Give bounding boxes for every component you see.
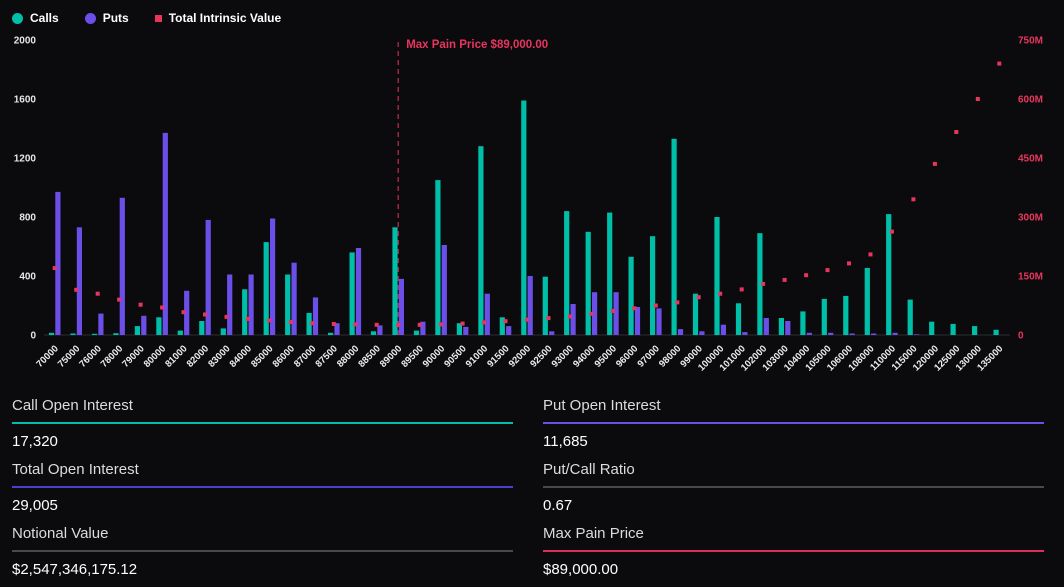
svg-text:90500: 90500 (442, 343, 468, 369)
svg-text:1200: 1200 (14, 154, 37, 165)
stat-put-call-ratio: Put/Call Ratio0.67 (543, 450, 1044, 514)
svg-text:76000: 76000 (77, 343, 103, 369)
puts-legend-marker-icon (85, 13, 96, 24)
svg-text:91500: 91500 (485, 343, 511, 369)
svg-text:400: 400 (19, 272, 36, 283)
legend-item-total-intrinsic-value[interactable]: Total Intrinsic Value (155, 11, 281, 25)
svg-text:89000: 89000 (378, 343, 404, 369)
svg-text:750M: 750M (1018, 36, 1043, 47)
max-pain-options-dashboard: Calls Puts Total Intrinsic Value 0 400 800… (0, 0, 1064, 587)
stat-label-notional-value: Notional Value (12, 525, 513, 550)
stat-value-call-open-interest: 17,320 (12, 424, 513, 450)
svg-text:150M: 150M (1018, 272, 1043, 283)
svg-text:93000: 93000 (550, 343, 576, 369)
legend-label-total-intrinsic-value: Total Intrinsic Value (169, 11, 281, 25)
svg-text:90000: 90000 (421, 343, 447, 369)
stat-call-open-interest: Call Open Interest17,320 (12, 386, 513, 450)
svg-text:600M: 600M (1018, 95, 1043, 106)
intrinsic-legend-marker-icon (155, 15, 162, 22)
svg-text:450M: 450M (1018, 154, 1043, 165)
svg-text:0: 0 (1018, 331, 1024, 342)
svg-text:92500: 92500 (528, 343, 554, 369)
svg-text:92000: 92000 (507, 343, 533, 369)
svg-text:88000: 88000 (335, 343, 361, 369)
stat-notional-value: Notional Value$2,547,346,175.12 (12, 514, 513, 578)
svg-text:96000: 96000 (614, 343, 640, 369)
open-interest-by-strike-chart[interactable]: 0 400 800 1200 1600 2000 0 150M 300M 450M 600M 750M… (0, 32, 1064, 382)
legend-label-calls: Calls (30, 11, 59, 25)
stat-label-put-call-ratio: Put/Call Ratio (543, 461, 1044, 486)
stat-value-max-pain-price: $89,000.00 (543, 552, 1044, 578)
svg-text:94000: 94000 (571, 343, 597, 369)
stat-value-total-open-interest: 29,005 (12, 488, 513, 514)
svg-text:80000: 80000 (142, 343, 168, 369)
svg-text:83000: 83000 (206, 343, 232, 369)
svg-text:89500: 89500 (399, 343, 425, 369)
svg-text:300M: 300M (1018, 213, 1043, 224)
stat-value-notional-value: $2,547,346,175.12 (12, 552, 513, 578)
svg-text:97000: 97000 (635, 343, 661, 369)
svg-text:87000: 87000 (292, 343, 318, 369)
stat-label-max-pain-price: Max Pain Price (543, 525, 1044, 550)
stat-label-call-open-interest: Call Open Interest (12, 397, 513, 422)
stat-put-open-interest: Put Open Interest11,685 (543, 386, 1044, 450)
svg-text:82000: 82000 (185, 343, 211, 369)
svg-text:Max Pain Price $89,000.00: Max Pain Price $89,000.00 (406, 39, 548, 51)
svg-text:86000: 86000 (271, 343, 297, 369)
svg-text:85000: 85000 (249, 343, 275, 369)
svg-text:84000: 84000 (228, 343, 254, 369)
svg-text:88500: 88500 (356, 343, 382, 369)
svg-text:81000: 81000 (163, 343, 189, 369)
svg-text:0: 0 (30, 331, 36, 342)
stat-max-pain-price: Max Pain Price$89,000.00 (543, 514, 1044, 578)
svg-text:91000: 91000 (464, 343, 490, 369)
legend-item-calls[interactable]: Calls (12, 11, 59, 25)
stat-total-open-interest: Total Open Interest29,005 (12, 450, 513, 514)
legend-label-puts: Puts (103, 11, 129, 25)
svg-text:87500: 87500 (313, 343, 339, 369)
svg-text:98000: 98000 (657, 343, 683, 369)
stat-value-put-call-ratio: 0.67 (543, 488, 1044, 514)
legend-item-puts[interactable]: Puts (85, 11, 129, 25)
stat-label-total-open-interest: Total Open Interest (12, 461, 513, 486)
stats-grid: Call Open Interest17,320 Put Open Interes… (0, 382, 1064, 578)
svg-text:75000: 75000 (56, 343, 82, 369)
svg-text:70000: 70000 (34, 343, 60, 369)
chart-legend: Calls Puts Total Intrinsic Value (0, 0, 1064, 32)
svg-text:95000: 95000 (593, 343, 619, 369)
svg-text:78000: 78000 (99, 343, 125, 369)
svg-text:2000: 2000 (14, 36, 37, 47)
svg-text:79000: 79000 (120, 343, 146, 369)
stat-label-put-open-interest: Put Open Interest (543, 397, 1044, 422)
svg-text:1600: 1600 (14, 95, 37, 106)
stat-value-put-open-interest: 11,685 (543, 424, 1044, 450)
calls-legend-marker-icon (12, 13, 23, 24)
svg-text:800: 800 (19, 213, 36, 224)
